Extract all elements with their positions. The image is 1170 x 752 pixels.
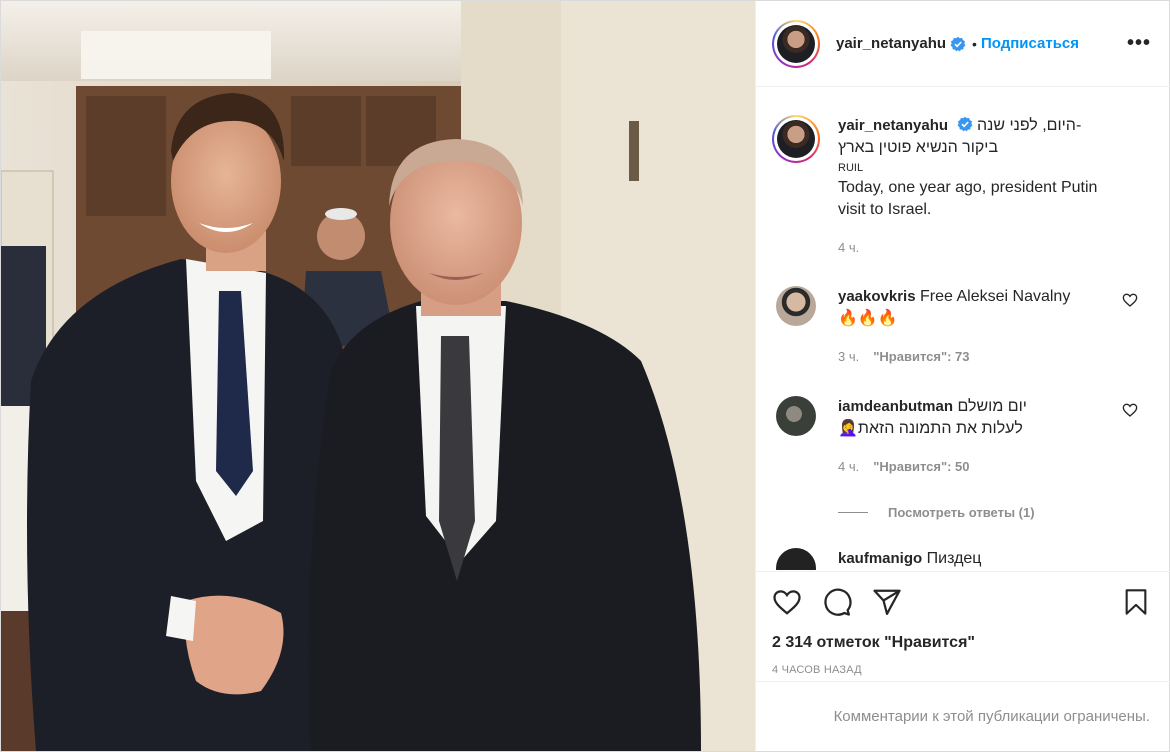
- caption-username[interactable]: yair_netanyahu: [838, 117, 948, 134]
- caption-verified-icon: [957, 116, 972, 132]
- author-avatar-image: [777, 24, 815, 63]
- action-icons: [772, 572, 1156, 632]
- comment-item: yaakovkris Free Aleksei Navalny 🔥🔥🔥 3 ч.…: [772, 286, 1156, 368]
- caption-hebrew-line1: היום, לפני שנה-: [976, 117, 1082, 134]
- post-card: yair_netanyahu • Подписаться ••• yair_ne…: [0, 0, 1170, 752]
- likes-count[interactable]: 2 314 отметок "Нравится": [772, 634, 1156, 652]
- comment-like-heart-icon[interactable]: [1122, 402, 1138, 418]
- commenter-avatar[interactable]: [776, 548, 816, 570]
- post-photo[interactable]: [1, 1, 755, 751]
- author-username[interactable]: yair_netanyahu: [836, 35, 946, 52]
- caption-avatar[interactable]: [772, 115, 820, 163]
- share-paper-plane-icon[interactable]: [872, 586, 904, 618]
- comment-time[interactable]: 3 ч.: [838, 349, 859, 364]
- caption-time: 4 ч.: [838, 240, 860, 255]
- comment-text: יום מושלם: [957, 398, 1027, 415]
- comment-text: Пиздец: [926, 550, 982, 567]
- follow-button[interactable]: Подписаться: [981, 35, 1079, 52]
- comment-likes[interactable]: "Нравится": 73: [873, 349, 969, 364]
- comment-body: yaakovkris Free Aleksei Navalny 🔥🔥🔥 3 ч.…: [838, 286, 1156, 368]
- header-separator: •: [972, 35, 977, 52]
- more-options-icon[interactable]: •••: [1127, 32, 1155, 55]
- caption-english: Today, one year ago, president Putin vis…: [838, 179, 1098, 218]
- comment-username[interactable]: kaufmanigo: [838, 550, 922, 567]
- comment-likes[interactable]: "Нравится": 50: [873, 459, 969, 474]
- commenter-avatar[interactable]: [776, 396, 816, 436]
- comments-restricted-notice: Комментарии к этой публикации ограничены…: [756, 681, 1170, 751]
- comment-bubble-icon[interactable]: [822, 586, 854, 618]
- commenter-avatar[interactable]: [776, 286, 816, 326]
- comment-item: kaufmanigo Пиздец: [772, 548, 1156, 570]
- post-sidebar: yair_netanyahu • Подписаться ••• yair_ne…: [755, 1, 1170, 751]
- verified-badge-icon: [950, 36, 966, 51]
- view-replies-button[interactable]: Посмотреть ответы (1): [838, 505, 1156, 520]
- caption-tag: RUIL: [838, 162, 864, 174]
- comment-meta: 4 ч. "Нравится": 50: [838, 456, 1116, 478]
- action-bar: 2 314 отметок "Нравится" 4 ЧАСОВ НАЗАД: [756, 571, 1170, 676]
- comment-meta: 3 ч. "Нравится": 73: [838, 346, 1116, 368]
- comments-section[interactable]: yair_netanyahu היום, לפני שנה- ביקור הנש…: [756, 88, 1170, 570]
- comment-text: Free Aleksei Navalny: [920, 288, 1071, 305]
- comment-time[interactable]: 4 ч.: [838, 459, 859, 474]
- view-replies-label: Посмотреть ответы (1): [888, 505, 1035, 520]
- post-timestamp[interactable]: 4 ЧАСОВ НАЗАД: [772, 664, 1156, 676]
- photo-illustration: [1, 1, 755, 751]
- comment-like-heart-icon[interactable]: [1122, 292, 1138, 308]
- comment-body: iamdeanbutman יום מושלם לעלות את התמונה …: [838, 396, 1156, 478]
- save-bookmark-icon[interactable]: [1122, 586, 1154, 618]
- caption-hebrew-line2: ביקור הנשיא פוטין בארץ: [838, 139, 999, 156]
- caption: yair_netanyahu היום, לפני שנה- ביקור הנש…: [772, 88, 1156, 259]
- caption-body: yair_netanyahu היום, לפני שנה- ביקור הנש…: [838, 115, 1156, 259]
- comment-emoji: 🔥🔥🔥: [838, 310, 898, 327]
- comment-username[interactable]: yaakovkris: [838, 288, 916, 305]
- comment-text-line2: לעלות את התמונה הזאת🤦‍♀️: [838, 420, 1023, 437]
- post-header: yair_netanyahu • Подписаться •••: [756, 1, 1170, 87]
- comment-item: iamdeanbutman יום מושלם לעלות את התמונה …: [772, 396, 1156, 478]
- replies-line: [838, 512, 868, 513]
- like-heart-icon[interactable]: [772, 586, 804, 618]
- comment-body: kaufmanigo Пиздец: [838, 548, 1156, 570]
- comment-username[interactable]: iamdeanbutman: [838, 398, 953, 415]
- author-avatar[interactable]: [772, 19, 820, 68]
